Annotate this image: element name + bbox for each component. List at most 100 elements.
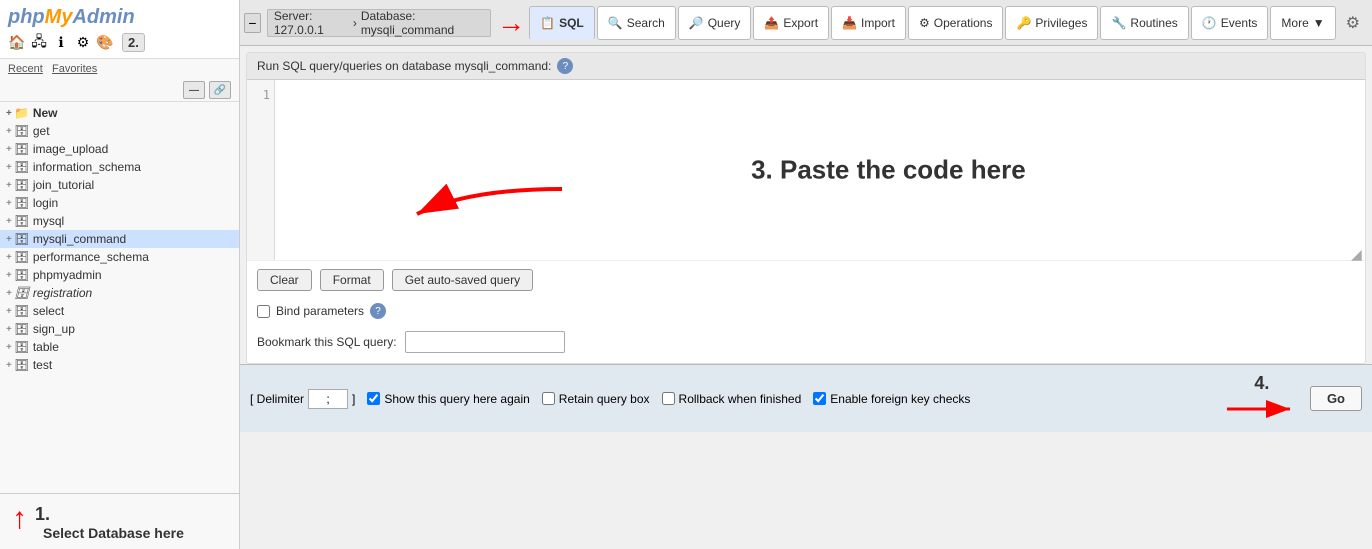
arrow-step4-svg [1222,394,1302,424]
routines-icon: 🔧 [1111,16,1126,30]
expand-performance-schema: + [6,252,12,263]
db-icon-mysql: 🗄 [14,214,30,228]
tab-more[interactable]: More ▼ [1270,6,1335,40]
tree-item-sign-up[interactable]: + 🗄 sign_up [0,320,239,338]
auto-saved-button[interactable]: Get auto-saved query [392,269,533,291]
tab-events[interactable]: 🕐 Events [1191,6,1269,40]
tab-search[interactable]: 🔍 Search [597,6,676,40]
gear-settings-btn[interactable]: ⚙ [1338,9,1368,37]
rollback-label[interactable]: Rollback when finished [662,392,802,406]
bind-params-help[interactable]: ? [370,303,386,319]
tree-item-mysqli-command[interactable]: + 🗄 mysqli_command [0,230,239,248]
retain-query-label[interactable]: Retain query box [542,392,650,406]
foreign-key-checkbox[interactable] [813,392,826,405]
tree-item-image-upload[interactable]: + 🗄 image_upload [0,140,239,158]
link-btn[interactable]: 🔗 [209,81,231,99]
expand-join-tutorial: + [6,180,12,191]
info-icon[interactable]: ℹ [52,34,70,52]
tab-sql[interactable]: 📋 SQL [529,6,595,40]
sql-textarea[interactable] [275,80,1365,260]
bind-params-checkbox[interactable] [257,305,270,318]
sidebar-icons: 🏠 🖧 ℹ ⚙ 🎨 2. [8,33,231,52]
sql-actions: Clear Format Get auto-saved query [247,261,1365,299]
tree-item-select[interactable]: + 🗄 select [0,302,239,320]
tree-item-login[interactable]: + 🗄 login [0,194,239,212]
minimize-btn[interactable]: − [244,13,261,33]
db-icon-new: 📁 [14,106,30,120]
collapse-btn[interactable]: — [183,81,205,99]
expand-information-schema: + [6,162,12,173]
db-icon-sign-up: 🗄 [14,322,30,336]
go-button[interactable]: Go [1310,386,1362,411]
db-icon-phpmyadmin: 🗄 [14,268,30,282]
sidebar-links: Recent Favorites [0,59,239,79]
expand-get: + [6,126,12,137]
logo: phpMyAdmin [8,6,231,29]
tab-import[interactable]: 📥 Import [831,6,906,40]
expand-table: + [6,342,12,353]
expand-image-upload: + [6,144,12,155]
bind-params-label: Bind parameters [276,304,364,318]
tree-item-new[interactable]: + 📁 New [0,104,239,122]
sql-panel-title: Run SQL query/queries on database mysqli… [257,59,551,73]
operations-icon: ⚙ [919,16,930,30]
favorites-link[interactable]: Favorites [52,63,97,75]
db-icon-join-tutorial: 🗄 [14,178,30,192]
theme-icon[interactable]: 🎨 [96,34,114,52]
sql-panel: Run SQL query/queries on database mysqli… [246,52,1366,364]
step4-annotation: 4. [1222,373,1302,424]
db-icon-image-upload: 🗄 [14,142,30,156]
retain-query-checkbox[interactable] [542,392,555,405]
db-icon-get: 🗄 [14,124,30,138]
step4-area: 4. Go [1222,373,1362,424]
export-icon: 📤 [764,16,779,30]
db-icon-performance-schema: 🗄 [14,250,30,264]
tree-item-registration[interactable]: + 🗄 registration [0,284,239,302]
step2-badge: 2. [122,33,145,52]
search-nav-icon: 🔍 [608,16,623,30]
db-icon-table: 🗄 [14,340,30,354]
breadcrumb-database: Database: mysqli_command [361,9,484,37]
tree-item-mysql[interactable]: + 🗄 mysql [0,212,239,230]
foreign-key-label[interactable]: Enable foreign key checks [813,392,970,406]
db-icon-select: 🗄 [14,304,30,318]
tab-routines[interactable]: 🔧 Routines [1100,6,1188,40]
tab-export[interactable]: 📤 Export [753,6,829,40]
arrow-right-red: → [497,7,525,39]
events-icon: 🕐 [1202,16,1217,30]
query-icon: 🔎 [689,16,704,30]
tree-item-performance-schema[interactable]: + 🗄 performance_schema [0,248,239,266]
sidebar-controls: — 🔗 [0,79,239,102]
bookmark-row: Bookmark this SQL query: [247,327,1365,363]
sql-help-icon[interactable]: ? [557,58,573,74]
bookmark-input[interactable] [405,331,565,353]
rollback-checkbox[interactable] [662,392,675,405]
recent-link[interactable]: Recent [8,63,43,75]
logo-php: php [8,6,45,28]
tree-item-get[interactable]: + 🗄 get [0,122,239,140]
expand-select: + [6,306,12,317]
show-query-label[interactable]: Show this query here again [367,392,529,406]
tree-item-phpmyadmin[interactable]: + 🗄 phpmyadmin [0,266,239,284]
tab-query[interactable]: 🔎 Query [678,6,752,40]
tree-item-information-schema[interactable]: + 🗄 information_schema [0,158,239,176]
delimiter-input[interactable] [308,389,348,409]
expand-login: + [6,198,12,209]
tree-item-join-tutorial[interactable]: + 🗄 join_tutorial [0,176,239,194]
sql-editor-area: 1 3. Paste the code here [247,80,1365,261]
tab-privileges[interactable]: 🔑 Privileges [1005,6,1098,40]
bottom-bar: [ Delimiter ] Show this query here again… [240,364,1372,432]
settings-icon[interactable]: ⚙ [74,34,92,52]
resize-handle[interactable]: ◢ [1351,246,1363,258]
clear-button[interactable]: Clear [257,269,312,291]
tab-operations[interactable]: ⚙ Operations [908,6,1003,40]
tree-item-test[interactable]: + 🗄 test [0,356,239,374]
home-icon[interactable]: 🏠 [8,34,26,52]
server-icon[interactable]: 🖧 [30,34,48,52]
show-query-checkbox[interactable] [367,392,380,405]
db-icon-login: 🗄 [14,196,30,210]
tree-item-table[interactable]: + 🗄 table [0,338,239,356]
line-numbers: 1 [247,80,275,260]
delimiter-bracket-open: [ Delimiter [250,392,304,406]
format-button[interactable]: Format [320,269,384,291]
